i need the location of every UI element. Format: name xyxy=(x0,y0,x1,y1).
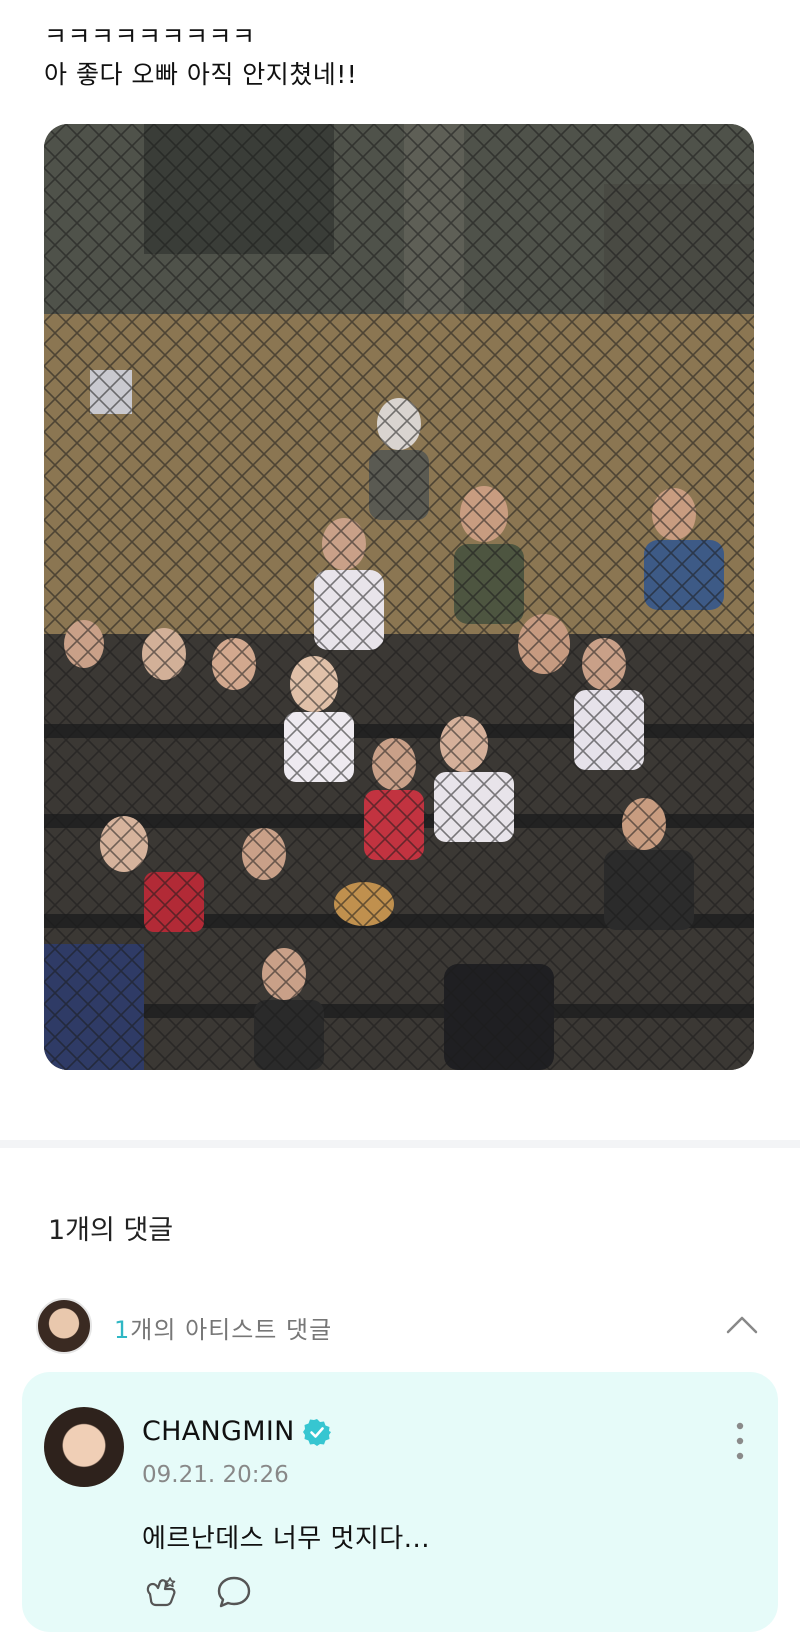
comment-timestamp: 09.21. 20:26 xyxy=(142,1462,289,1488)
chevron-up-icon[interactable] xyxy=(722,1308,762,1340)
comment-author-name[interactable]: CHANGMIN xyxy=(142,1416,295,1447)
artist-comment-card: CHANGMIN 09.21. 20:26 에르난데스 너무 멋지다... xyxy=(22,1372,778,1632)
artist-comment-label-text: 개의 아티스트 댓글 xyxy=(130,1316,333,1344)
artist-comments-label: 1개의 아티스트 댓글 xyxy=(114,1310,332,1345)
more-vertical-icon[interactable] xyxy=(728,1416,752,1466)
comment-author-row: CHANGMIN xyxy=(142,1416,331,1447)
stadium-photo-illustration xyxy=(44,124,754,1070)
comment-text: 에르난데스 너무 멋지다... xyxy=(142,1524,431,1554)
like-icon[interactable] xyxy=(140,1572,180,1612)
post-line-2: 아 좋다 오빠 아직 안지쳤네!! xyxy=(44,60,358,89)
artist-comment-count: 1 xyxy=(114,1316,131,1344)
section-divider xyxy=(0,1140,800,1148)
post-photo[interactable] xyxy=(44,124,754,1070)
verified-badge-icon xyxy=(302,1418,331,1446)
post-line-1: ㅋㅋㅋㅋㅋㅋㅋㅋㅋ xyxy=(44,22,256,51)
artist-comments-toggle[interactable]: 1개의 아티스트 댓글 xyxy=(36,1298,766,1354)
avatar[interactable] xyxy=(44,1407,124,1487)
artist-avatar-small xyxy=(36,1298,92,1354)
post-body: ㅋㅋㅋㅋㅋㅋㅋㅋㅋ 아 좋다 오빠 아직 안지쳤네!! xyxy=(44,18,744,94)
comment-actions xyxy=(140,1572,254,1612)
reply-bubble-icon[interactable] xyxy=(214,1572,254,1612)
comment-count-heading: 1개의 댓글 xyxy=(48,1215,174,1246)
